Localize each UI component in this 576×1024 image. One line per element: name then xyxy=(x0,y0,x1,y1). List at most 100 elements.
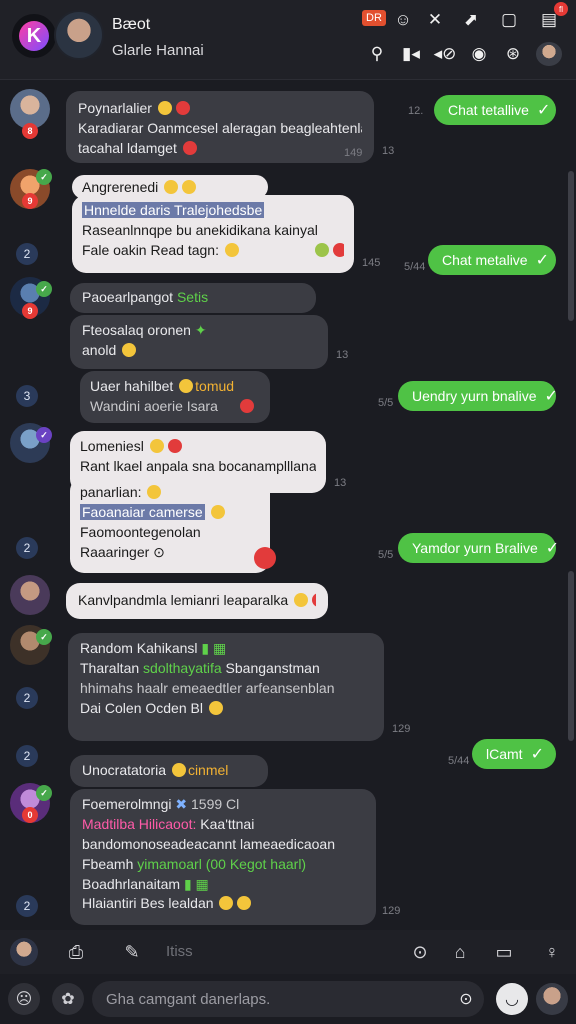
read-check-icon: ✓ xyxy=(530,746,544,763)
message-bubble[interactable]: Fteosalaq oronen ✦ anold xyxy=(70,315,328,369)
settings-icon[interactable]: ⊛ xyxy=(500,42,526,66)
message-text: Madtilba Hilicaoot: Kaa'ttnai xyxy=(82,815,255,832)
message-bubble[interactable]: Hnnelde daris Tralejohedsbe Raseanlnnqpe… xyxy=(72,195,354,273)
timestamp: 13 xyxy=(382,145,395,157)
search-icon[interactable]: ⚲ xyxy=(364,42,390,66)
message-feed[interactable]: 8 Poynarlalier Karadiarar Oanmcesel aler… xyxy=(0,81,576,929)
message-bubble[interactable]: Unocratatoria cinmel xyxy=(70,755,268,787)
message-time: 149 xyxy=(344,147,363,159)
timer-icon[interactable]: ⊙ xyxy=(450,983,482,1015)
logo-letter: K xyxy=(19,21,49,51)
sender-name: Foemerolmngi ✖ 1599 Cl xyxy=(82,796,240,812)
tools-icon[interactable]: ✕ xyxy=(422,8,448,32)
sender-name: Random Kahikansl ▮ ▦ xyxy=(80,640,227,656)
sender-name: Poynarlalier xyxy=(78,99,362,119)
message-bubble[interactable]: Poynarlalier Karadiarar Oanmcesel alerag… xyxy=(66,91,374,163)
message-bubble[interactable]: Random Kahikansl ▮ ▦ Tharaltan sdolthaya… xyxy=(68,633,384,741)
message-text: Hlaiantiri Bes lealdan xyxy=(82,894,364,914)
read-check-icon: ✓ xyxy=(545,540,560,557)
avatar-badge: 0 xyxy=(22,807,38,823)
outgoing-message[interactable]: Chat tetallive ✓ xyxy=(434,95,556,125)
message-text: Faomoontegenolan xyxy=(80,523,201,540)
message-text: Faoanaiar camerse xyxy=(80,503,260,523)
pdf-icon[interactable]: ⎙ xyxy=(62,938,90,966)
read-check-icon: ✓ xyxy=(544,388,558,405)
outgoing-message[interactable]: Uendry yurn bnalive ✓ xyxy=(398,381,558,411)
message-text: Fbeamh yimamoarl (00 Kegot haarl) xyxy=(82,855,307,872)
clock-icon[interactable]: ⊙ xyxy=(406,938,434,966)
toolbar-label: Itiss xyxy=(166,943,193,960)
read-check-icon: ✓ xyxy=(535,252,549,269)
contact-avatar[interactable] xyxy=(54,10,104,60)
message-text: hhimahs haalr emeaedtler arfeansenblan xyxy=(80,679,335,696)
message-text: Rant lkael anpala sna bocanamplllanal xyxy=(80,457,316,474)
window-icon[interactable]: ▢ xyxy=(496,8,522,32)
arrow-icon[interactable]: ⬈ xyxy=(458,8,484,32)
left-badge: 2 xyxy=(16,895,38,917)
car-icon[interactable]: ⌂ xyxy=(446,938,474,966)
mic-icon[interactable]: ♀ xyxy=(538,938,566,966)
message-text: panarlian: xyxy=(80,483,260,503)
outgoing-message[interactable]: Chat metalive ✓ xyxy=(428,245,556,275)
card-icon[interactable]: ▭ xyxy=(490,938,518,966)
timestamp: 5/5 xyxy=(378,549,394,561)
timestamp: 13 xyxy=(336,349,349,361)
app-logo[interactable]: K xyxy=(12,14,56,58)
message-text: Kanvlpandmla lemianri leaparalka xyxy=(78,591,316,611)
emoji-icon[interactable]: ☺ xyxy=(390,8,416,32)
scrollbar-thumb[interactable] xyxy=(568,571,574,741)
chat-title: Bæot xyxy=(112,16,151,33)
status-icon[interactable]: ◉ xyxy=(466,42,492,66)
message-input[interactable]: Gha camgant danerlaps. xyxy=(92,981,484,1017)
sticker-icon[interactable]: ✿ xyxy=(52,983,84,1015)
chat-subtitle: Glarle Hannai xyxy=(112,42,204,59)
message-bubble[interactable]: Foemerolmngi ✖ 1599 Cl Madtilba Hilicaoo… xyxy=(70,789,376,925)
avatar[interactable] xyxy=(10,575,50,615)
timestamp: 5/44 xyxy=(404,261,426,273)
message-text: Wandini aoerie Isara xyxy=(90,397,260,417)
tag-icon[interactable]: DR xyxy=(362,10,386,26)
outgoing-message[interactable]: Yamdor yurn Bralive ✓ xyxy=(398,533,560,563)
sender-name: Paoearlpangot Setis xyxy=(82,289,209,305)
outgoing-text: Yamdor yurn Bralive xyxy=(412,540,538,556)
message-text: bandomonoseadeacannt lameaedicaoan xyxy=(82,835,335,852)
message-text: Boadhrlanaitam ▮ ▦ xyxy=(82,875,209,892)
smile-icon[interactable]: ◡ xyxy=(496,983,528,1015)
profile-icon[interactable] xyxy=(536,42,562,66)
outgoing-message[interactable]: lCamt ✓ xyxy=(472,739,556,769)
outgoing-text: lCamt xyxy=(486,746,523,762)
avatar-badge: 9 xyxy=(22,193,38,209)
message-bubble[interactable]: Kanvlpandmla lemianri leaparalka xyxy=(66,583,328,619)
message-bubble[interactable]: Uaer hahilbet tomud Wandini aoerie Isara xyxy=(80,371,270,423)
left-badge: 2 xyxy=(16,537,38,559)
mute-icon[interactable]: ◂⊘ xyxy=(432,42,458,66)
left-badge: 2 xyxy=(16,745,38,767)
avatar-badge: ✓ xyxy=(36,281,52,297)
left-badge: 2 xyxy=(16,687,38,709)
top-bar: K Bæot Glarle Hannai DR ☺ ✕ ⬈ ▢ ▤ fl ⚲ ▮◂… xyxy=(0,0,576,80)
sender-name: Lomeniesl xyxy=(80,437,316,457)
timestamp: 129 xyxy=(392,723,411,735)
timestamp: 145 xyxy=(362,257,381,269)
timestamp: 12. xyxy=(408,105,424,117)
scrollbar-thumb[interactable] xyxy=(568,171,574,321)
message-text: anold xyxy=(82,341,316,361)
emoji-icon[interactable]: ☹ xyxy=(8,983,40,1015)
timestamp: 13 xyxy=(334,477,347,489)
message-bubble[interactable]: panarlian: Faoanaiar camerse Faomoontege… xyxy=(70,477,270,573)
message-text: Hnnelde daris Tralejohedsbe xyxy=(82,202,265,218)
message-bubble[interactable]: Paoearlpangot Setis xyxy=(70,283,316,313)
avatar-badge: ✓ xyxy=(36,427,52,443)
left-badge: 3 xyxy=(16,385,38,407)
notification-icon[interactable]: ▤ fl xyxy=(536,2,568,32)
heart-reaction-icon[interactable] xyxy=(254,547,276,569)
user-avatar[interactable] xyxy=(10,938,38,966)
profile-avatar[interactable] xyxy=(536,983,568,1015)
bottom-toolbar: ⎙ ✎ Itiss ⊙ ⌂ ▭ ♀ xyxy=(0,930,576,974)
message-text: Fteosalaq oronen ✦ xyxy=(82,322,207,338)
outgoing-text: Chat metalive xyxy=(442,252,528,268)
pen-icon[interactable]: ✎ xyxy=(118,938,146,966)
message-text: Raaaringer ⊙ xyxy=(80,543,165,560)
message-text: tacahal ldamget xyxy=(78,139,362,159)
video-icon[interactable]: ▮◂ xyxy=(398,42,424,66)
